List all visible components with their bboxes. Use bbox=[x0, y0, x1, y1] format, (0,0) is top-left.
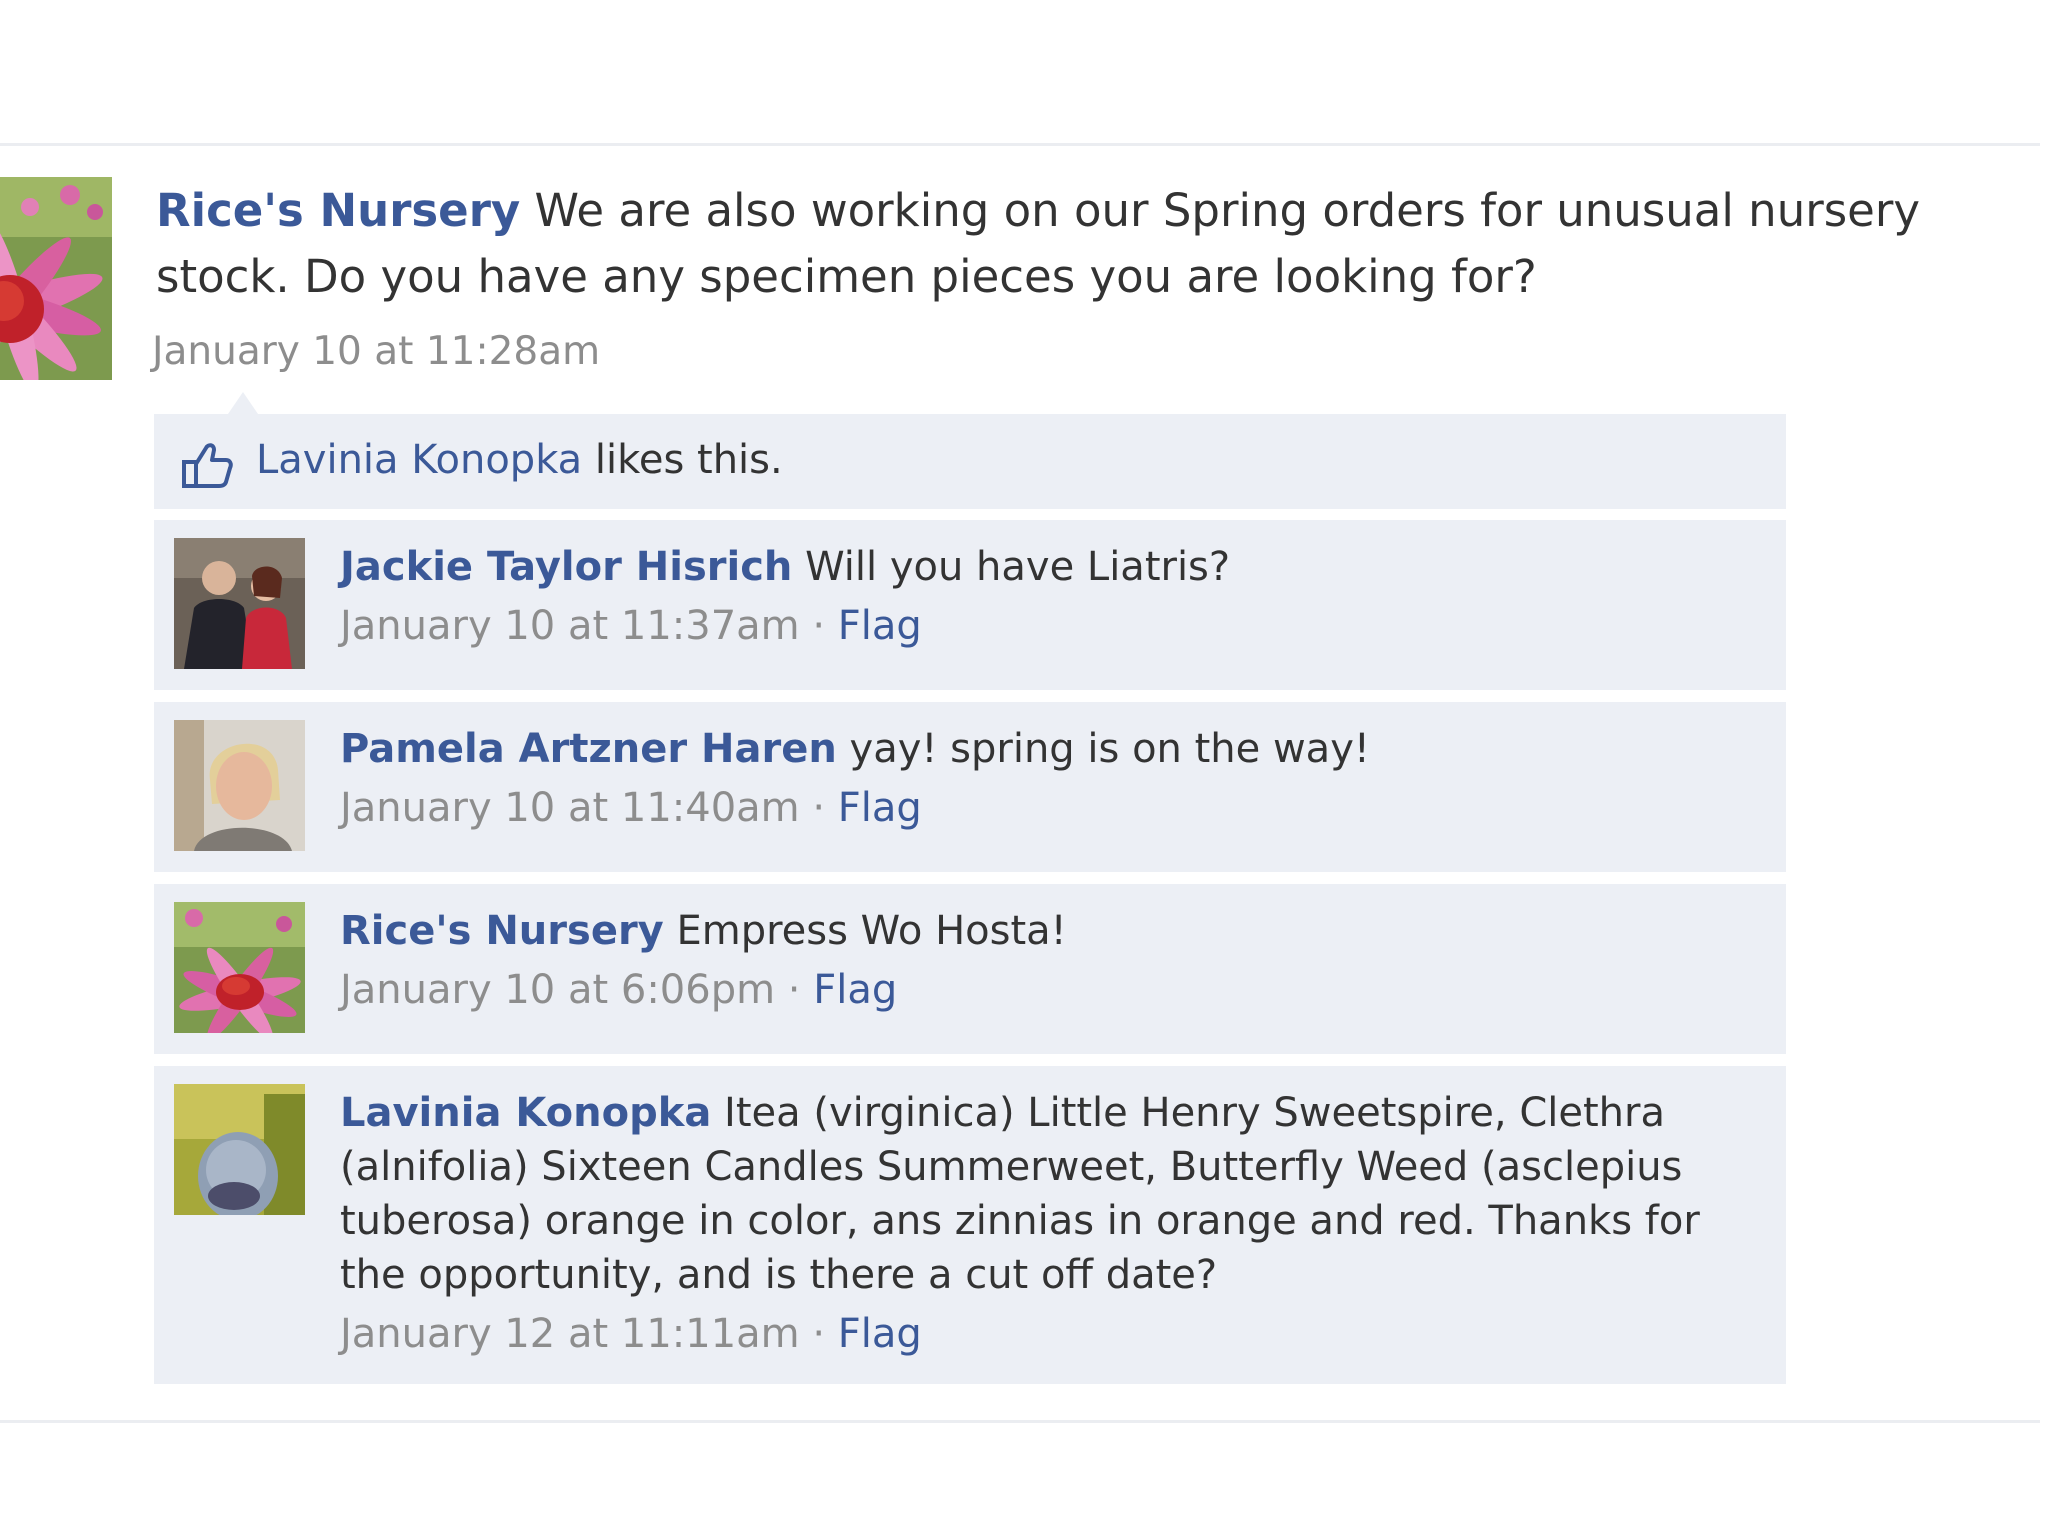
comment-item: Pamela Artzner Haren yay! spring is on t… bbox=[154, 702, 1786, 872]
comments-notch bbox=[228, 392, 258, 414]
comment-message: Empress Wo Hosta! bbox=[676, 908, 1067, 954]
comment-timestamp[interactable]: January 12 at 11:11am bbox=[340, 1311, 800, 1357]
flag-link[interactable]: Flag bbox=[813, 967, 897, 1013]
comment-author-avatar[interactable] bbox=[174, 538, 305, 669]
comment-item: Lavinia Konopka Itea (virginica) Little … bbox=[154, 1066, 1786, 1384]
comment-text: Lavinia Konopka Itea (virginica) Little … bbox=[340, 1084, 1756, 1302]
flag-link[interactable]: Flag bbox=[838, 1311, 922, 1357]
comment-message: Will you have Liatris? bbox=[805, 544, 1231, 590]
post-author-link[interactable]: Rice's Nursery bbox=[156, 184, 520, 237]
meta-separator: · bbox=[812, 785, 826, 831]
coneflower-avatar-icon bbox=[0, 177, 112, 380]
coneflower-avatar-icon bbox=[174, 902, 305, 1033]
comment-text: Rice's Nursery Empress Wo Hosta! bbox=[340, 902, 1756, 958]
flag-link[interactable]: Flag bbox=[838, 785, 922, 831]
comment-author-avatar[interactable] bbox=[174, 1084, 305, 1215]
comment-author-avatar[interactable] bbox=[174, 902, 305, 1033]
comment-author-link[interactable]: Rice's Nursery bbox=[340, 908, 664, 954]
post-timestamp[interactable]: January 10 at 11:28am bbox=[152, 326, 600, 378]
couple-photo-avatar-icon bbox=[174, 538, 305, 669]
comment-message: yay! spring is on the way! bbox=[849, 726, 1370, 772]
comment-author-link[interactable]: Jackie Taylor Hisrich bbox=[340, 544, 792, 590]
meta-separator: · bbox=[812, 603, 826, 649]
thumbs-up-icon bbox=[182, 443, 233, 488]
flag-link[interactable]: Flag bbox=[838, 603, 922, 649]
meta-separator: · bbox=[812, 1311, 826, 1357]
comment-timestamp[interactable]: January 10 at 6:06pm bbox=[340, 967, 775, 1013]
comments-section: Lavinia Konopka likes this. Jackie Taylo… bbox=[154, 414, 1786, 1396]
likes-text: Lavinia Konopka likes this. bbox=[256, 430, 783, 490]
comment-text: Pamela Artzner Haren yay! spring is on t… bbox=[340, 720, 1756, 776]
person-photo-avatar-icon bbox=[174, 1084, 305, 1215]
top-divider bbox=[0, 143, 2040, 146]
likes-suffix: likes this. bbox=[594, 437, 783, 483]
post-message: Rice's Nursery We are also working on ou… bbox=[156, 178, 1991, 310]
comment-timestamp[interactable]: January 10 at 11:40am bbox=[340, 785, 800, 831]
comment-item: Jackie Taylor Hisrich Will you have Liat… bbox=[154, 520, 1786, 690]
meta-separator: · bbox=[787, 967, 801, 1013]
comment-author-avatar[interactable] bbox=[174, 720, 305, 851]
comment-text: Jackie Taylor Hisrich Will you have Liat… bbox=[340, 538, 1756, 594]
comment-item: Rice's Nursery Empress Wo Hosta! January… bbox=[154, 884, 1786, 1054]
likes-summary: Lavinia Konopka likes this. bbox=[154, 414, 1786, 512]
woman-photo-avatar-icon bbox=[174, 720, 305, 851]
comment-author-link[interactable]: Lavinia Konopka bbox=[340, 1090, 711, 1136]
comment-timestamp[interactable]: January 10 at 11:37am bbox=[340, 603, 800, 649]
comment-meta: January 10 at 11:40am · Flag bbox=[340, 780, 1756, 836]
comment-meta: January 10 at 11:37am · Flag bbox=[340, 598, 1756, 654]
liker-name-link[interactable]: Lavinia Konopka bbox=[256, 437, 582, 483]
post-author-avatar[interactable] bbox=[0, 177, 112, 380]
comment-author-link[interactable]: Pamela Artzner Haren bbox=[340, 726, 837, 772]
bottom-divider bbox=[0, 1420, 2040, 1423]
comment-meta: January 10 at 6:06pm · Flag bbox=[340, 962, 1756, 1018]
post-body: Rice's Nursery We are also working on ou… bbox=[156, 178, 1991, 310]
comment-meta: January 12 at 11:11am · Flag bbox=[340, 1306, 1756, 1362]
